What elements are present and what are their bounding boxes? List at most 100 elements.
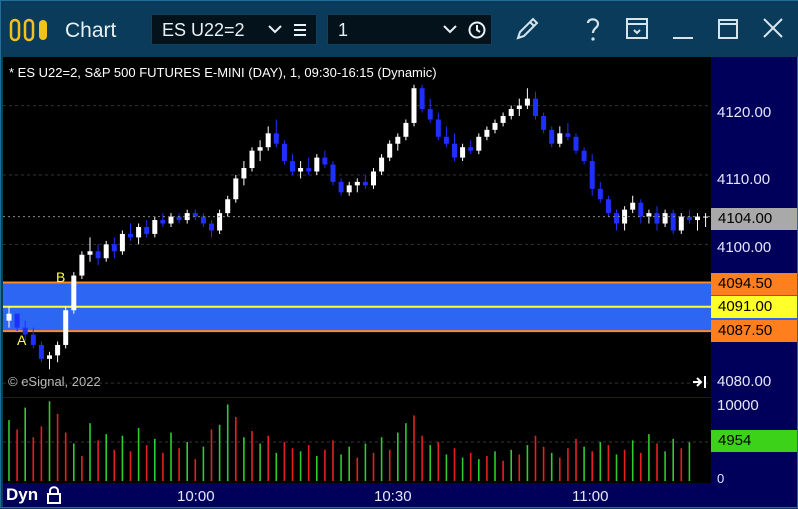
price-tick-label: 4120.00	[717, 104, 772, 121]
candle-down	[638, 202, 644, 217]
candle-down	[605, 199, 611, 214]
candle-down	[589, 161, 595, 189]
candle-down	[209, 223, 214, 231]
candle-down	[533, 98, 538, 116]
candle-up	[354, 181, 360, 186]
candle-up	[265, 133, 271, 148]
candle-down	[549, 129, 555, 144]
candle-up	[6, 313, 12, 321]
candle-up	[79, 254, 85, 276]
candle-up	[557, 133, 563, 144]
lock-icon[interactable]	[45, 485, 63, 505]
candle-up	[387, 143, 393, 158]
chart-window: Chart ES U22=2 1 A B * ES U22=2, S&P 500…	[0, 0, 798, 508]
candle-down	[670, 213, 676, 231]
chart-header-text: * ES U22=2, S&P 500 FUTURES E-MINI (DAY)…	[9, 65, 437, 80]
candle-up	[314, 157, 320, 172]
zone-label-b: B	[56, 269, 65, 285]
candle-up	[371, 171, 376, 186]
candle-up	[298, 168, 304, 172]
candle-up	[152, 220, 158, 234]
candle-up	[103, 244, 109, 259]
candle-down	[573, 136, 579, 151]
candle-down	[306, 168, 312, 172]
candle-down	[338, 181, 344, 193]
price-tick-label: 4100.00	[717, 239, 772, 256]
candle-up	[119, 233, 125, 252]
dynamic-mode-label[interactable]: Dyn	[6, 485, 38, 505]
price-tick-label: 4080.00	[717, 373, 772, 390]
candle-up	[476, 136, 482, 151]
candle-down	[614, 213, 619, 224]
candle-up	[217, 213, 223, 231]
candle-up	[508, 109, 514, 116]
candle-up	[346, 185, 352, 193]
candle-down	[95, 251, 101, 259]
candle-up	[379, 157, 385, 172]
candle-down	[273, 133, 279, 144]
volume-tick-label: 10000	[717, 397, 759, 414]
zone-upper-tag: 4094.50	[711, 273, 797, 295]
candle-down	[30, 334, 36, 345]
zone-mid-tag: 4091.00	[711, 296, 797, 318]
candle-down	[144, 227, 150, 234]
candle-down	[597, 188, 603, 200]
zone-label-a: A	[17, 332, 27, 348]
candle-up	[460, 147, 466, 158]
candle-up	[233, 178, 239, 200]
candle-down	[176, 216, 182, 221]
candle-up	[225, 199, 231, 214]
candle-up	[47, 355, 52, 359]
candle-up	[87, 251, 93, 255]
candle-down	[427, 109, 433, 120]
copyright-watermark: © eSignal, 2022	[8, 374, 101, 389]
candle-up	[249, 150, 255, 169]
volume-tick-label: 0	[717, 471, 725, 486]
candle-up	[678, 216, 684, 231]
last-volume-tag: 4954	[711, 430, 797, 452]
candle-down	[111, 244, 117, 252]
candle-down	[322, 157, 328, 165]
candle-up	[257, 147, 263, 151]
candle-up	[136, 227, 142, 238]
candle-up	[516, 105, 522, 110]
candle-down	[362, 181, 368, 186]
candle-down	[38, 344, 44, 359]
candle-up	[500, 115, 506, 123]
candle-down	[330, 164, 336, 182]
candle-up	[695, 216, 700, 221]
candle-up	[55, 344, 61, 356]
candle-down	[192, 213, 198, 217]
candle-up	[63, 310, 69, 345]
candle-up	[484, 129, 490, 137]
candle-down	[128, 233, 133, 238]
time-tick-label: 10:00	[177, 488, 215, 505]
candle-up	[168, 216, 174, 224]
time-tick-label: 10:30	[374, 488, 412, 505]
candle-down	[290, 161, 295, 172]
candle-down	[581, 150, 587, 162]
candle-down	[160, 220, 166, 224]
candle-up	[241, 168, 247, 179]
candle-up	[411, 88, 417, 123]
candle-down	[654, 213, 660, 224]
candle-up	[71, 275, 77, 311]
candle-down	[281, 143, 287, 162]
candle-down	[14, 313, 20, 328]
price-tick-label: 4110.00	[717, 171, 771, 188]
candle-up	[630, 202, 636, 210]
scroll-to-end-icon[interactable]	[691, 375, 709, 389]
candle-down	[419, 88, 425, 110]
candle-down	[443, 136, 449, 144]
candle-up	[492, 122, 498, 130]
candle-up	[662, 213, 668, 224]
time-tick-label: 11:00	[572, 488, 609, 505]
candle-down	[468, 147, 474, 151]
candle-down	[541, 115, 547, 130]
zone-lower-tag: 4087.50	[711, 320, 797, 342]
candle-down	[565, 133, 571, 137]
candle-down	[452, 143, 457, 158]
candle-down	[435, 119, 441, 137]
candle-down	[686, 216, 692, 221]
candle-up	[403, 122, 409, 137]
